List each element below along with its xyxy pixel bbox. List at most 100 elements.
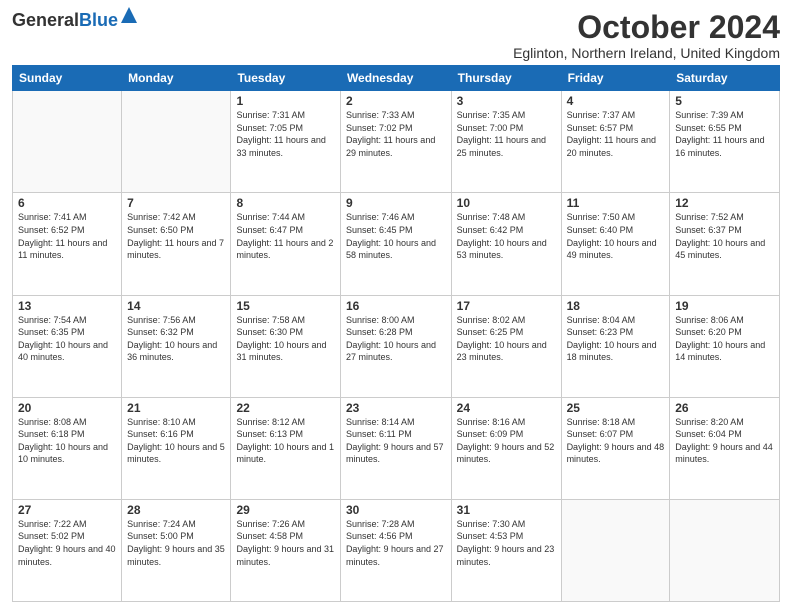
calendar-cell: 17Sunrise: 8:02 AM Sunset: 6:25 PM Dayli… [451,295,561,397]
day-info: Sunrise: 8:08 AM Sunset: 6:18 PM Dayligh… [18,416,116,466]
day-number: 19 [675,299,774,313]
calendar-cell: 19Sunrise: 8:06 AM Sunset: 6:20 PM Dayli… [670,295,780,397]
calendar-cell: 5Sunrise: 7:39 AM Sunset: 6:55 PM Daylig… [670,91,780,193]
logo-icon [121,7,137,23]
weekday-header-sunday: Sunday [13,66,122,91]
day-number: 7 [127,196,225,210]
calendar-cell: 7Sunrise: 7:42 AM Sunset: 6:50 PM Daylig… [122,193,231,295]
day-info: Sunrise: 8:16 AM Sunset: 6:09 PM Dayligh… [457,416,556,466]
day-info: Sunrise: 8:18 AM Sunset: 6:07 PM Dayligh… [567,416,665,466]
day-info: Sunrise: 7:24 AM Sunset: 5:00 PM Dayligh… [127,518,225,568]
weekday-header-thursday: Thursday [451,66,561,91]
day-info: Sunrise: 8:02 AM Sunset: 6:25 PM Dayligh… [457,314,556,364]
calendar-cell: 11Sunrise: 7:50 AM Sunset: 6:40 PM Dayli… [561,193,670,295]
logo: General Blue [12,10,137,31]
calendar-cell: 27Sunrise: 7:22 AM Sunset: 5:02 PM Dayli… [13,499,122,601]
calendar-week-row: 13Sunrise: 7:54 AM Sunset: 6:35 PM Dayli… [13,295,780,397]
calendar-cell: 28Sunrise: 7:24 AM Sunset: 5:00 PM Dayli… [122,499,231,601]
weekday-header-row: SundayMondayTuesdayWednesdayThursdayFrid… [13,66,780,91]
calendar-week-row: 20Sunrise: 8:08 AM Sunset: 6:18 PM Dayli… [13,397,780,499]
day-info: Sunrise: 7:31 AM Sunset: 7:05 PM Dayligh… [236,109,334,159]
day-number: 29 [236,503,334,517]
day-number: 4 [567,94,665,108]
day-info: Sunrise: 8:10 AM Sunset: 6:16 PM Dayligh… [127,416,225,466]
day-info: Sunrise: 7:22 AM Sunset: 5:02 PM Dayligh… [18,518,116,568]
calendar-cell: 25Sunrise: 8:18 AM Sunset: 6:07 PM Dayli… [561,397,670,499]
day-number: 6 [18,196,116,210]
day-number: 27 [18,503,116,517]
day-number: 22 [236,401,334,415]
day-info: Sunrise: 7:54 AM Sunset: 6:35 PM Dayligh… [18,314,116,364]
calendar-cell: 2Sunrise: 7:33 AM Sunset: 7:02 PM Daylig… [340,91,451,193]
day-info: Sunrise: 8:04 AM Sunset: 6:23 PM Dayligh… [567,314,665,364]
day-number: 31 [457,503,556,517]
day-info: Sunrise: 8:06 AM Sunset: 6:20 PM Dayligh… [675,314,774,364]
weekday-header-wednesday: Wednesday [340,66,451,91]
weekday-header-monday: Monday [122,66,231,91]
day-info: Sunrise: 7:44 AM Sunset: 6:47 PM Dayligh… [236,211,334,261]
logo-blue-text: Blue [79,10,118,31]
day-info: Sunrise: 7:28 AM Sunset: 4:56 PM Dayligh… [346,518,446,568]
calendar-cell: 14Sunrise: 7:56 AM Sunset: 6:32 PM Dayli… [122,295,231,397]
day-number: 20 [18,401,116,415]
month-title: October 2024 [513,10,780,45]
day-number: 16 [346,299,446,313]
day-info: Sunrise: 8:14 AM Sunset: 6:11 PM Dayligh… [346,416,446,466]
calendar-cell [122,91,231,193]
day-number: 10 [457,196,556,210]
calendar-week-row: 27Sunrise: 7:22 AM Sunset: 5:02 PM Dayli… [13,499,780,601]
day-number: 5 [675,94,774,108]
calendar-week-row: 6Sunrise: 7:41 AM Sunset: 6:52 PM Daylig… [13,193,780,295]
day-info: Sunrise: 7:33 AM Sunset: 7:02 PM Dayligh… [346,109,446,159]
calendar-cell: 9Sunrise: 7:46 AM Sunset: 6:45 PM Daylig… [340,193,451,295]
logo-general-text: General [12,10,79,31]
day-number: 14 [127,299,225,313]
day-number: 15 [236,299,334,313]
calendar-cell: 16Sunrise: 8:00 AM Sunset: 6:28 PM Dayli… [340,295,451,397]
day-number: 11 [567,196,665,210]
day-info: Sunrise: 7:56 AM Sunset: 6:32 PM Dayligh… [127,314,225,364]
day-number: 30 [346,503,446,517]
day-number: 1 [236,94,334,108]
calendar-table: SundayMondayTuesdayWednesdayThursdayFrid… [12,65,780,602]
day-number: 24 [457,401,556,415]
day-number: 28 [127,503,225,517]
day-info: Sunrise: 8:12 AM Sunset: 6:13 PM Dayligh… [236,416,334,466]
calendar-page: General Blue October 2024 Eglinton, Nort… [0,0,792,612]
calendar-cell: 20Sunrise: 8:08 AM Sunset: 6:18 PM Dayli… [13,397,122,499]
day-info: Sunrise: 7:39 AM Sunset: 6:55 PM Dayligh… [675,109,774,159]
day-info: Sunrise: 7:50 AM Sunset: 6:40 PM Dayligh… [567,211,665,261]
weekday-header-tuesday: Tuesday [231,66,340,91]
calendar-cell: 15Sunrise: 7:58 AM Sunset: 6:30 PM Dayli… [231,295,340,397]
calendar-cell: 24Sunrise: 8:16 AM Sunset: 6:09 PM Dayli… [451,397,561,499]
day-info: Sunrise: 8:00 AM Sunset: 6:28 PM Dayligh… [346,314,446,364]
day-info: Sunrise: 8:20 AM Sunset: 6:04 PM Dayligh… [675,416,774,466]
day-info: Sunrise: 7:41 AM Sunset: 6:52 PM Dayligh… [18,211,116,261]
day-info: Sunrise: 7:30 AM Sunset: 4:53 PM Dayligh… [457,518,556,568]
title-area: October 2024 Eglinton, Northern Ireland,… [513,10,780,61]
calendar-cell: 22Sunrise: 8:12 AM Sunset: 6:13 PM Dayli… [231,397,340,499]
day-info: Sunrise: 7:52 AM Sunset: 6:37 PM Dayligh… [675,211,774,261]
day-number: 26 [675,401,774,415]
calendar-cell: 23Sunrise: 8:14 AM Sunset: 6:11 PM Dayli… [340,397,451,499]
weekday-header-saturday: Saturday [670,66,780,91]
day-number: 9 [346,196,446,210]
calendar-week-row: 1Sunrise: 7:31 AM Sunset: 7:05 PM Daylig… [13,91,780,193]
day-number: 13 [18,299,116,313]
calendar-cell: 10Sunrise: 7:48 AM Sunset: 6:42 PM Dayli… [451,193,561,295]
calendar-cell: 3Sunrise: 7:35 AM Sunset: 7:00 PM Daylig… [451,91,561,193]
day-number: 3 [457,94,556,108]
calendar-cell: 31Sunrise: 7:30 AM Sunset: 4:53 PM Dayli… [451,499,561,601]
calendar-cell: 29Sunrise: 7:26 AM Sunset: 4:58 PM Dayli… [231,499,340,601]
day-number: 17 [457,299,556,313]
day-info: Sunrise: 7:37 AM Sunset: 6:57 PM Dayligh… [567,109,665,159]
calendar-cell: 4Sunrise: 7:37 AM Sunset: 6:57 PM Daylig… [561,91,670,193]
header: General Blue October 2024 Eglinton, Nort… [12,10,780,61]
calendar-cell [670,499,780,601]
day-info: Sunrise: 7:35 AM Sunset: 7:00 PM Dayligh… [457,109,556,159]
calendar-cell: 30Sunrise: 7:28 AM Sunset: 4:56 PM Dayli… [340,499,451,601]
calendar-cell: 12Sunrise: 7:52 AM Sunset: 6:37 PM Dayli… [670,193,780,295]
calendar-cell: 26Sunrise: 8:20 AM Sunset: 6:04 PM Dayli… [670,397,780,499]
day-number: 23 [346,401,446,415]
day-number: 21 [127,401,225,415]
